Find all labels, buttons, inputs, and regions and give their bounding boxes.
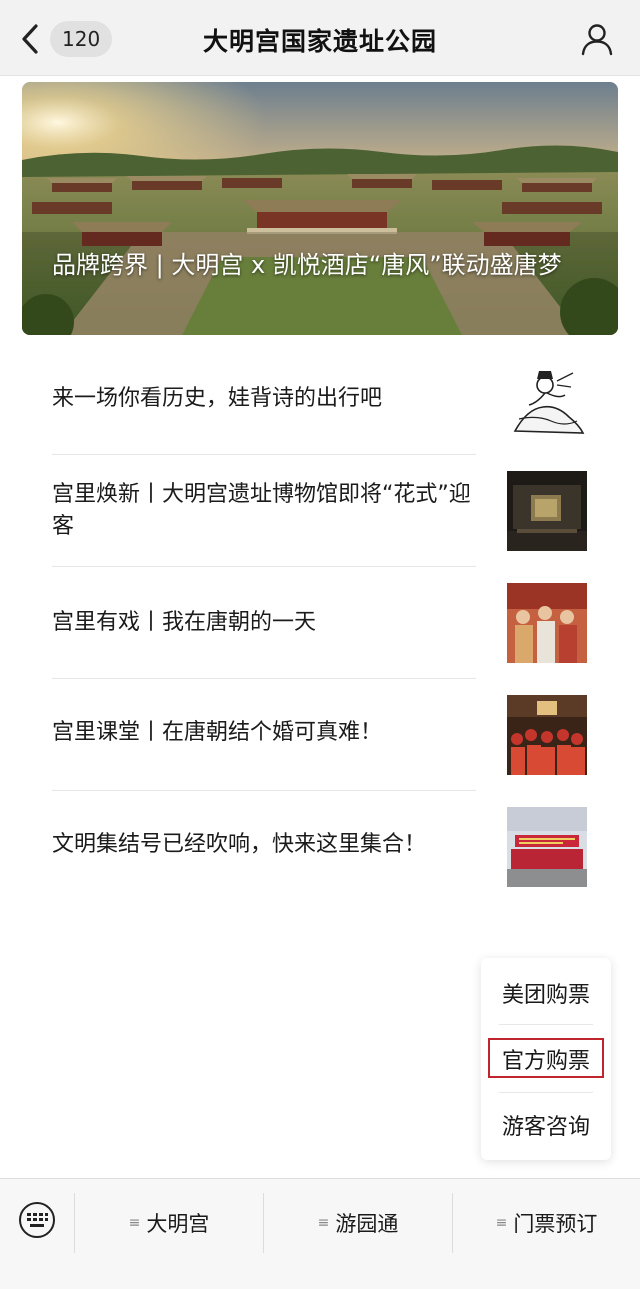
article-thumbnail	[507, 471, 587, 551]
menu-divider	[499, 1092, 593, 1093]
article-item[interactable]: 文明集结号已经吹响，快来这里集合！	[52, 791, 588, 903]
bottom-menu-bar: ≡ 大明宫 ≡ 游园通 ≡ 门票预订	[0, 1178, 640, 1289]
article-item[interactable]: 来一场你看历史，娃背诗的出行吧	[52, 343, 588, 455]
chevron-left-icon	[22, 24, 38, 54]
tab-ticket-booking[interactable]: ≡ 门票预订	[453, 1203, 640, 1243]
article-thumbnail	[507, 695, 587, 775]
page-title: 大明宫国家遗址公园	[202, 27, 437, 56]
article-item[interactable]: 宫里焕新丨大明宫遗址博物馆即将“花式”迎客	[52, 455, 588, 567]
article-thumbnail	[507, 359, 587, 439]
article-thumbnail	[507, 583, 587, 663]
highlight-box	[488, 1038, 604, 1078]
tab-label: 门票预订	[513, 1212, 598, 1236]
tab-youyuantong[interactable]: ≡ 游园通	[264, 1203, 452, 1243]
article-title: 来一场你看历史，娃背诗的出行吧	[52, 386, 383, 411]
hero-image	[22, 82, 618, 335]
menu-item-meituan-tickets[interactable]: 美团购票	[481, 968, 611, 1018]
menu-icon: ≡	[317, 1215, 330, 1231]
menu-item-visitor-inquiry[interactable]: 游客咨询	[481, 1100, 611, 1150]
user-icon[interactable]	[580, 22, 614, 56]
article-thumbnail	[507, 807, 587, 887]
tab-label: 大明宫	[146, 1212, 210, 1236]
menu-icon: ≡	[128, 1215, 141, 1231]
ticket-menu-popup: 美团购票 官方购票 游客咨询	[481, 958, 611, 1160]
article-item[interactable]: 宫里有戏丨我在唐朝的一天	[52, 567, 588, 679]
article-title: 文明集结号已经吹响，快来这里集合！	[52, 832, 427, 857]
article-title: 宫里有戏丨我在唐朝的一天	[52, 610, 317, 635]
article-item[interactable]: 宫里课堂丨在唐朝结个婚可真难！	[52, 679, 588, 791]
article-title: 宫里焕新丨大明宫遗址博物馆即将“花式”迎客	[52, 482, 471, 539]
unread-count-badge: 120	[50, 21, 113, 57]
menu-divider	[499, 1024, 593, 1025]
top-nav-bar: 120 大明宫国家遗址公园	[0, 0, 640, 76]
hero-title: 品牌跨界 | 大明宫 x 凯悦酒店“唐风”联动盛唐梦	[52, 251, 562, 279]
hero-banner[interactable]: 品牌跨界 | 大明宫 x 凯悦酒店“唐风”联动盛唐梦	[22, 82, 618, 335]
keyboard-icon[interactable]	[17, 1200, 57, 1240]
tab-damingong[interactable]: ≡ 大明宫	[75, 1203, 263, 1243]
article-title: 宫里课堂丨在唐朝结个婚可真难！	[52, 720, 383, 745]
back-button[interactable]: 120	[18, 18, 113, 60]
tab-label: 游园通	[335, 1212, 399, 1236]
menu-icon: ≡	[495, 1215, 508, 1231]
